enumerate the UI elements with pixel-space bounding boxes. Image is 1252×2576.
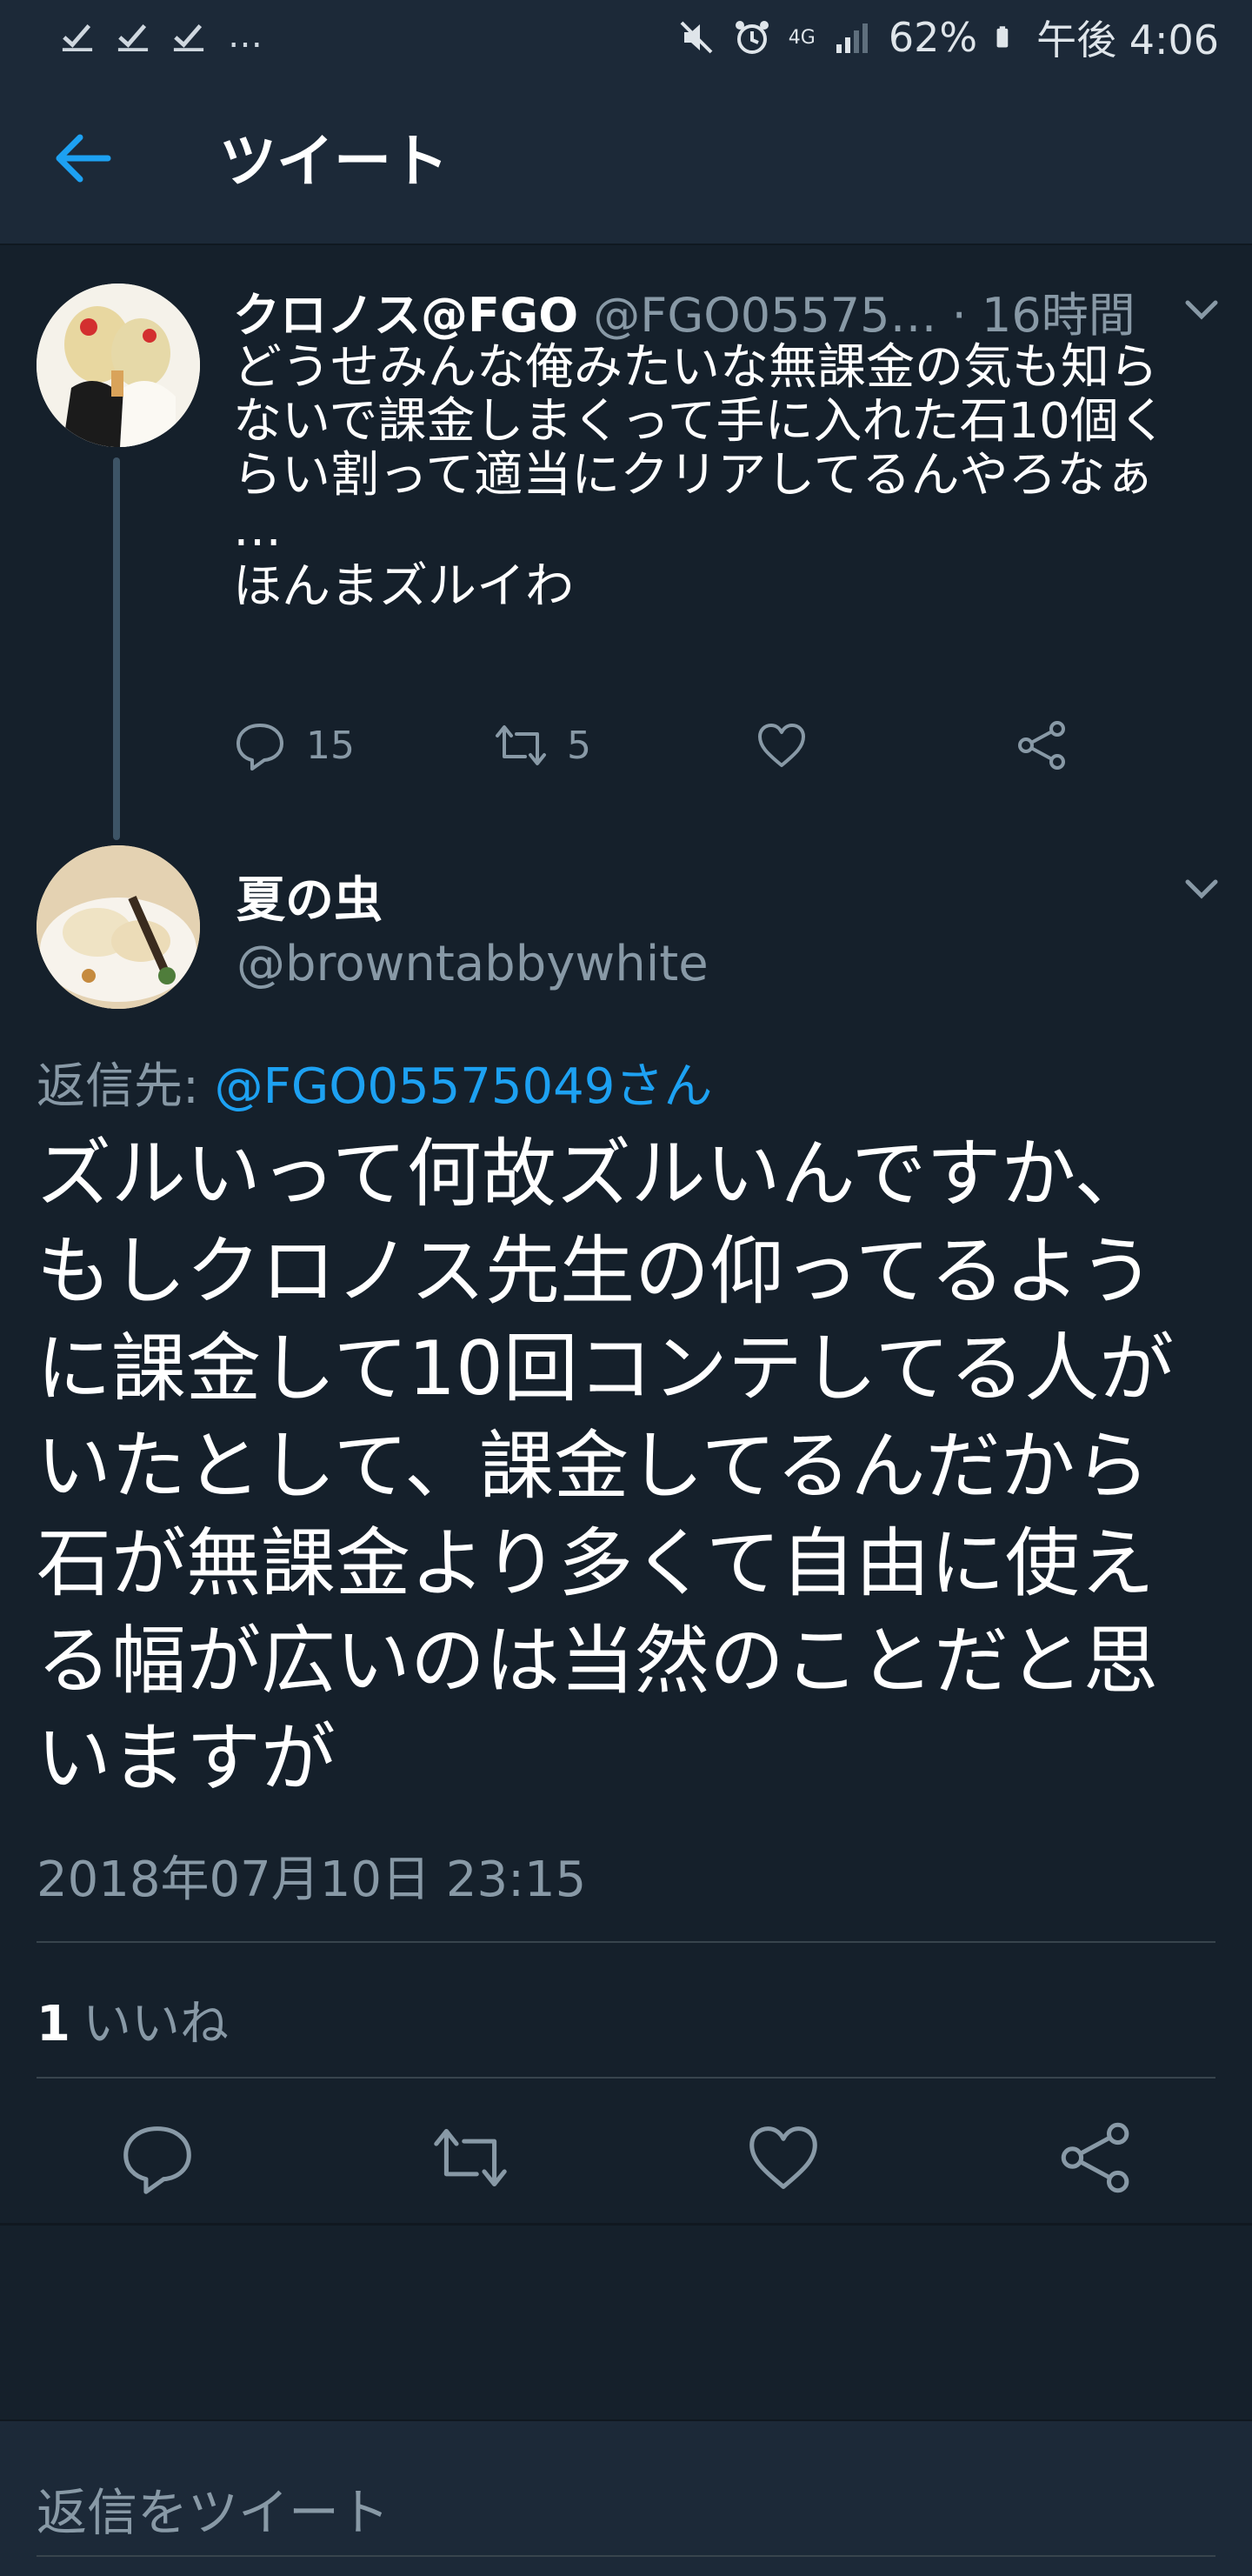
text-line: いますが <box>37 1715 336 1802</box>
reply-icon[interactable] <box>118 2119 196 2197</box>
reply-button[interactable]: 15 <box>233 718 355 772</box>
retweet-icon <box>496 725 546 765</box>
parent-tweet-time: 16時間 <box>982 288 1135 343</box>
network-type: 4G <box>788 26 816 49</box>
main-tweet-body: ズルいって何故ズルいんですか、 もしクロノス先生の仰ってるよう に課金して10回… <box>37 1125 1219 1807</box>
mute-icon <box>680 21 713 54</box>
like-button[interactable] <box>755 718 809 772</box>
text-line: 石が無課金より多くて自由に使え <box>37 1520 1155 1607</box>
parent-tweet-header: クロノス@FGO @FGO05575… · 16時間 <box>233 277 1135 345</box>
check-icon <box>117 24 149 52</box>
text-line: らい割って適当にクリアしてるんやろなぁ <box>233 447 1155 504</box>
reply-input-underline <box>37 2555 1215 2557</box>
alarm-icon <box>735 21 769 54</box>
signal-icon <box>836 23 868 53</box>
parent-tweet-separator: · <box>936 288 982 343</box>
reply-to-user-link[interactable]: @FGO05575049さん <box>215 1058 713 1115</box>
avatar-image <box>37 284 200 447</box>
tweet-timestamp: 2018年07月10日 23:15 <box>37 1852 587 1908</box>
main-tweet-handle[interactable]: @browntabbywhite <box>236 936 709 992</box>
avatar-image <box>37 845 200 1009</box>
like-label: いいね <box>82 1996 229 2052</box>
text-line: る幅が広いのは当然のことだと思 <box>37 1618 1158 1705</box>
battery-percent: 62% <box>888 14 978 61</box>
page-title: ツイート <box>219 128 449 195</box>
share-icon[interactable] <box>1057 2119 1135 2197</box>
reply-count: 15 <box>306 723 355 768</box>
clock: 午後 4:06 <box>1036 17 1219 63</box>
text-line: いたとして、課金してるんだから <box>37 1423 1150 1510</box>
main-tweet-actions <box>0 2119 1252 2197</box>
thread-line <box>113 457 120 840</box>
text-line: ズルいって何故ズルいんですか、 <box>37 1131 1149 1218</box>
parent-tweet-actions: 15 5 <box>233 718 1102 781</box>
chevron-down-icon[interactable] <box>1181 868 1222 910</box>
likes-summary[interactable]: 1 いいね <box>37 1985 229 2055</box>
share-button[interactable] <box>1016 718 1069 772</box>
main-tweet-name[interactable]: 夏の虫 <box>236 861 383 931</box>
avatar[interactable] <box>37 845 200 1009</box>
retweet-icon[interactable] <box>431 2119 509 2197</box>
status-bar-notifications: … <box>61 16 263 56</box>
retweet-count: 5 <box>567 723 591 768</box>
like-icon <box>758 724 805 767</box>
parent-tweet-body: どうせみんな俺みたいな無課金の気も知ら ないで課金しまくって手に入れた石10個く… <box>233 341 1215 614</box>
check-icon <box>173 24 204 52</box>
avatar[interactable] <box>37 284 200 447</box>
parent-tweet-handle[interactable]: @FGO05575… <box>593 288 936 343</box>
reply-input[interactable]: 返信をツイート <box>37 2472 390 2545</box>
chevron-down-icon[interactable] <box>1181 289 1222 330</box>
status-bar-system: 4G 62% 午後 4:06 <box>677 9 1219 66</box>
text-line: ほんまズルイわ <box>233 558 574 615</box>
text-line: に課金して10回コンテしてる人が <box>37 1325 1175 1412</box>
like-icon[interactable] <box>744 2119 822 2197</box>
text-line: … <box>233 501 282 557</box>
reply-to-label: 返信先: <box>37 1058 215 1115</box>
text-line: もしクロノス先生の仰ってるよう <box>37 1228 1155 1315</box>
more-notifications-dots: … <box>228 16 263 56</box>
like-count: 1 <box>37 1996 70 2052</box>
retweet-button[interactable]: 5 <box>494 718 591 772</box>
back-arrow-icon[interactable] <box>52 132 115 184</box>
check-icon <box>62 24 93 52</box>
battery-icon <box>996 26 1009 48</box>
parent-tweet-name[interactable]: クロノス@FGO <box>233 288 578 343</box>
divider <box>37 2077 1215 2079</box>
reply-icon <box>236 724 283 771</box>
section-separator <box>0 2223 1252 2226</box>
share-icon <box>1018 721 1065 770</box>
text-line: どうせみんな俺みたいな無課金の気も知ら <box>233 339 1158 396</box>
text-line: ないで課金しまくって手に入れた石10個く <box>233 393 1168 450</box>
reply-to: 返信先: @FGO05575049さん <box>37 1047 712 1118</box>
divider <box>37 1941 1215 1943</box>
header <box>0 77 1252 245</box>
